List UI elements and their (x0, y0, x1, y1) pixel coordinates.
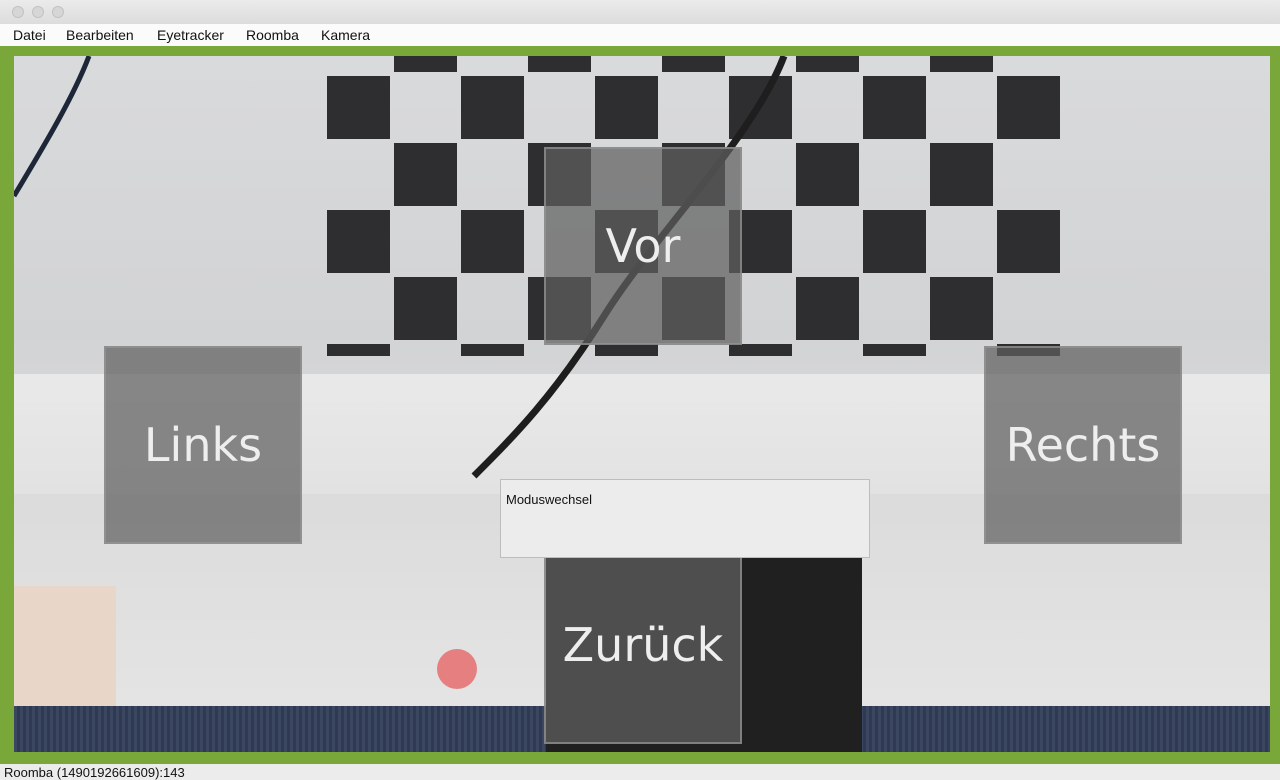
menu-kamera[interactable]: Kamera (321, 27, 370, 43)
close-button[interactable] (12, 6, 24, 18)
menu-bearbeiten[interactable]: Bearbeiten (66, 27, 134, 43)
menu-roomba[interactable]: Roomba (246, 27, 299, 43)
window-titlebar (0, 0, 1280, 25)
forward-label: Vor (605, 219, 681, 273)
menu-datei[interactable]: Datei (13, 27, 46, 43)
gaze-marker (437, 649, 477, 689)
left-button[interactable]: Links (104, 346, 302, 544)
mode-switch-label: Moduswechsel (506, 492, 592, 507)
minimize-button[interactable] (32, 6, 44, 18)
menu-bar: Datei Bearbeiten Eyetracker Roomba Kamer… (0, 24, 1280, 47)
zoom-button[interactable] (52, 6, 64, 18)
camera-view: Vor Links Rechts Zurück (0, 46, 1280, 764)
left-label: Links (143, 418, 263, 472)
forward-button[interactable]: Vor (544, 147, 742, 345)
status-bar: Roomba (1490192661609):143 (0, 764, 1280, 780)
back-label: Zurück (562, 618, 724, 672)
right-label: Rechts (1005, 418, 1161, 472)
menu-eyetracker[interactable]: Eyetracker (157, 27, 224, 43)
status-text: Roomba (1490192661609):143 (4, 765, 185, 780)
back-button[interactable]: Zurück (544, 546, 742, 744)
mode-switch-panel[interactable]: Moduswechsel (500, 479, 870, 558)
right-button[interactable]: Rechts (984, 346, 1182, 544)
